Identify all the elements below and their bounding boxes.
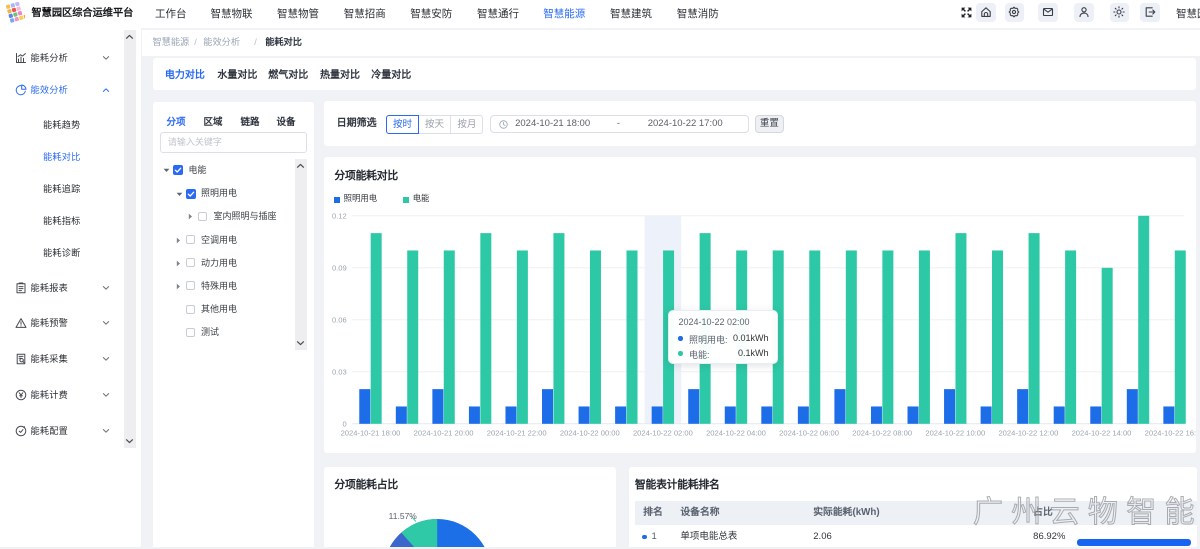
svg-text:0: 0 [343,420,347,429]
svg-text:2024-10-22 06:00: 2024-10-22 06:00 [779,429,839,438]
svg-text:0.06: 0.06 [332,316,347,325]
svg-text:2024-10-22 04:00: 2024-10-22 04:00 [706,429,766,438]
svg-text:2024-10-22 12:00: 2024-10-22 12:00 [999,429,1059,438]
svg-text:2024-10-22 08:00: 2024-10-22 08:00 [853,429,913,438]
svg-text:0.03: 0.03 [332,368,347,377]
svg-text:2024-10-22 14:00: 2024-10-22 14:00 [1072,429,1132,438]
svg-text:2024-10-21 22:00: 2024-10-21 22:00 [487,429,547,438]
svg-text:0.12: 0.12 [332,212,347,221]
svg-text:11.57%: 11.57% [389,511,418,521]
svg-text:2024-10-21 18:00: 2024-10-21 18:00 [341,429,401,438]
svg-text:2024-10-22 10:00: 2024-10-22 10:00 [926,429,986,438]
svg-text:2024-10-21 20:00: 2024-10-21 20:00 [414,429,474,438]
svg-text:2024-10-22 02:00: 2024-10-22 02:00 [633,429,693,438]
svg-text:2024-10-22 00:00: 2024-10-22 00:00 [560,429,620,438]
svg-text:0.09: 0.09 [332,264,347,273]
svg-text:2024-10-22 16:00: 2024-10-22 16:00 [1145,429,1196,438]
